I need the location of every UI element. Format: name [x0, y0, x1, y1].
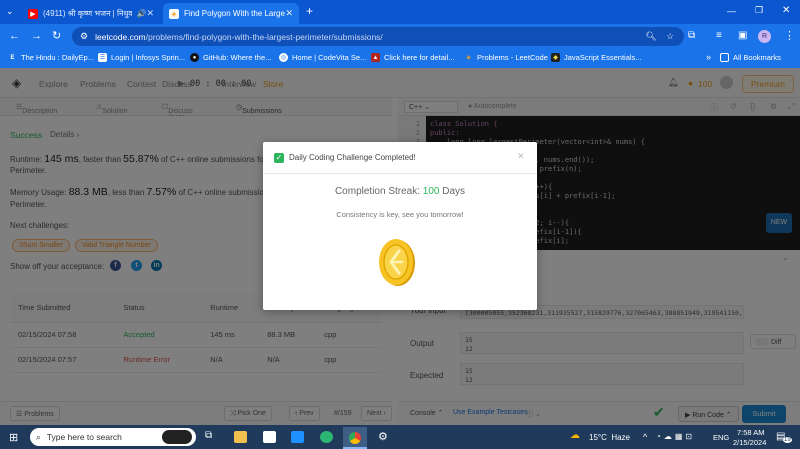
folder-icon: [720, 53, 729, 62]
github-icon: ●: [190, 53, 199, 62]
streak-value: 100: [422, 186, 440, 197]
settings-gear-icon[interactable]: ⚙: [378, 430, 388, 443]
chrome-icon: [349, 432, 361, 444]
bookmark-item[interactable]: ◈ Problems - LeetCode: [464, 53, 548, 62]
file-explorer-icon[interactable]: [234, 431, 247, 443]
tab-youtube[interactable]: ▶ (4911) श्री कृष्ण भजन | निधुवन 🔊 ✕: [22, 3, 160, 24]
codevita-icon: ◎: [279, 53, 288, 62]
site-info-icon[interactable]: ⚙: [80, 31, 88, 42]
infosys-icon: ☰: [98, 53, 107, 62]
leetcode-favicon-icon: ◈: [169, 8, 179, 19]
bookmark-item[interactable]: ▲ Click here for detail...: [371, 53, 454, 62]
close-dialog-icon[interactable]: ✕: [517, 151, 525, 162]
address-toolbar: ← → ↻ ⚙ leetcode.com /problems/find-poly…: [0, 24, 800, 49]
menu-kebab-icon[interactable]: ⋮: [784, 30, 795, 42]
bookmark-label: JavaScript Essentials...: [564, 53, 642, 62]
gold-coin-icon: [379, 239, 415, 286]
tray-chevron-icon[interactable]: ^: [643, 432, 647, 442]
dialog-message: Consistency is key, see you tomorrow!: [336, 210, 464, 219]
extensions-icon[interactable]: ⧉: [688, 30, 695, 42]
back-icon[interactable]: ←: [9, 30, 20, 42]
streak-label: Completion Streak:: [334, 186, 420, 197]
zoom-icon[interactable]: 🔍︎: [646, 31, 657, 42]
weather-text[interactable]: 15°C Haze: [589, 433, 630, 442]
url-path: /problems/find-polygon-with-the-largest-…: [145, 31, 383, 42]
store-icon[interactable]: [263, 431, 276, 443]
audio-icon: 🔊: [136, 9, 147, 18]
reading-list-icon[interactable]: ≡: [716, 30, 722, 42]
url-bar[interactable]: ⚙ leetcode.com /problems/find-polygon-wi…: [72, 27, 684, 46]
bookmark-item[interactable]: ● GitHub: Where the...: [190, 53, 271, 62]
more-bookmarks-icon[interactable]: »: [706, 52, 711, 62]
bookmark-item[interactable]: ◎ Home | CodeVita Se...: [279, 53, 366, 62]
streak-line: Completion Streak: 100 Days: [263, 186, 537, 197]
restore-icon[interactable]: ❐: [755, 5, 763, 16]
notification-count: 19: [783, 437, 792, 443]
edge-icon[interactable]: [320, 431, 333, 443]
bookmark-label: Problems - LeetCode: [477, 53, 548, 62]
bookmark-item[interactable]: ☰ Login | Infosys Sprin...: [98, 53, 185, 62]
clock-date[interactable]: 2/15/2024: [733, 438, 766, 447]
minimize-icon[interactable]: —: [727, 6, 736, 16]
weather-icon: ☁: [570, 430, 580, 441]
tab-search-icon[interactable]: ⌄: [6, 6, 14, 17]
bookmark-label: GitHub: Where the...: [203, 53, 272, 62]
browser-tab-strip: ⌄ ▶ (4911) श्री कृष्ण भजन | निधुवन 🔊 ✕ ◈…: [0, 0, 800, 24]
dialog-header: ✓ Daily Coding Challenge Completed! ✕: [263, 142, 537, 174]
avatar[interactable]: R: [758, 30, 771, 43]
close-tab-icon[interactable]: ✕: [146, 8, 154, 19]
tab-leetcode[interactable]: ◈ Find Polygon With the Largest P ✕: [163, 3, 299, 24]
reload-icon[interactable]: ↻: [52, 30, 61, 42]
task-view-icon[interactable]: ⧉: [205, 430, 212, 441]
bookmark-label: The Hindu : DailyEp...: [21, 53, 94, 62]
new-tab-icon[interactable]: +: [306, 4, 313, 18]
clock-time[interactable]: 7:58 AM: [737, 428, 765, 437]
bookmark-label: Click here for detail...: [384, 53, 455, 62]
copilot-icon[interactable]: [162, 430, 192, 444]
bookmark-label: Home | CodeVita Se...: [292, 53, 367, 62]
bookmark-item[interactable]: ◆ JavaScript Essentials...: [551, 53, 642, 62]
leetcode-icon: ◈: [466, 55, 471, 61]
side-panel-icon[interactable]: ▣: [738, 30, 747, 42]
taskbar-search-input[interactable]: ⌕ Type here to search: [30, 428, 196, 446]
windows-taskbar: ⊞ ⌕ Type here to search ⧉ ⚙ ☁ 15°C Haze …: [0, 425, 800, 449]
tab-title: Find Polygon With the Largest P: [184, 9, 285, 18]
youtube-icon: ▶: [28, 8, 38, 19]
bookmarks-bar: E The Hindu : DailyEp... ☰ Login | Infosys…: [0, 49, 800, 68]
forward-icon[interactable]: →: [31, 30, 42, 42]
javascript-icon: ◆: [551, 53, 560, 62]
bookmark-label: All Bookmarks: [733, 53, 781, 62]
windows-start-icon[interactable]: ⊞: [9, 431, 18, 444]
challenge-complete-dialog: ✓ Daily Coding Challenge Completed! ✕ Co…: [263, 142, 537, 310]
dialog-title: Daily Coding Challenge Completed!: [289, 153, 416, 162]
url-host: leetcode.com: [95, 31, 146, 42]
search-icon: ⌕: [36, 431, 41, 442]
checkbox-icon: ✓: [274, 153, 284, 163]
close-tab-icon[interactable]: ✕: [285, 8, 293, 19]
close-window-icon[interactable]: ✕: [782, 5, 790, 16]
mail-icon[interactable]: [291, 431, 304, 443]
search-placeholder: Type here to search: [46, 432, 122, 442]
tray-icons[interactable]: ◔☁▦⊡: [656, 432, 695, 441]
all-bookmarks-button[interactable]: All Bookmarks: [720, 53, 781, 62]
streak-unit: Days: [442, 186, 466, 197]
bookmark-label: Login | Infosys Sprin...: [111, 53, 186, 62]
language-indicator[interactable]: ENG: [713, 433, 729, 442]
hindu-icon: E: [10, 54, 15, 61]
bookmark-item[interactable]: E The Hindu : DailyEp...: [8, 53, 94, 62]
link-icon: ▲: [371, 53, 380, 62]
chrome-taskbar-icon[interactable]: [343, 427, 367, 449]
tab-title: (4911) श्री कृष्ण भजन | निधुवन: [43, 9, 133, 18]
bookmark-star-icon[interactable]: ☆: [666, 31, 674, 42]
